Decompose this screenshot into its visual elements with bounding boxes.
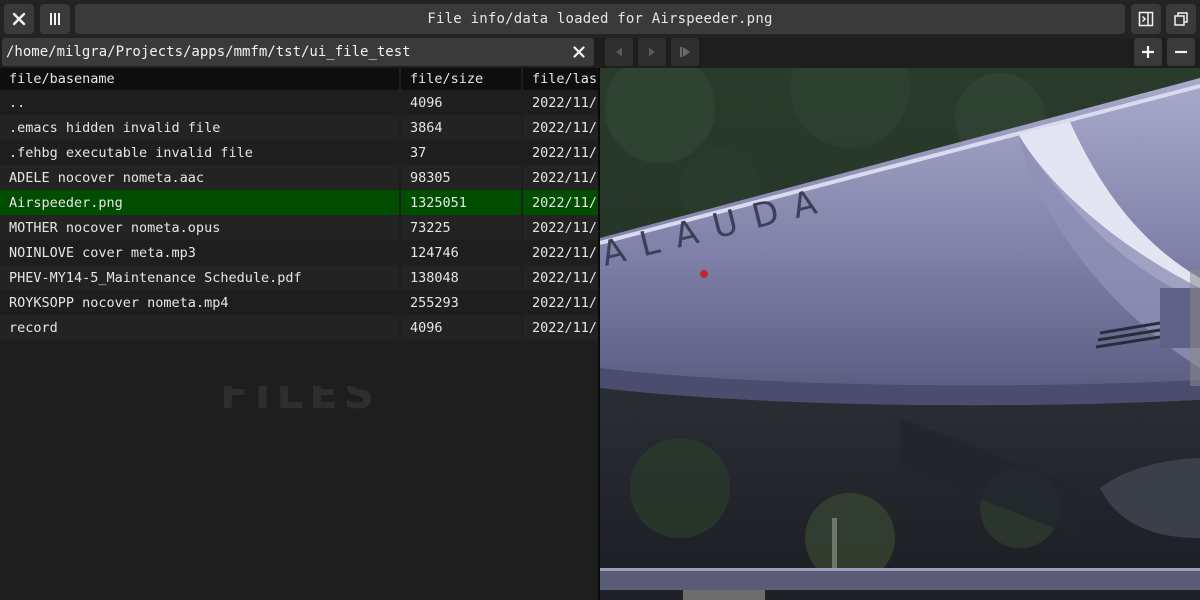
table-row[interactable]: ADELE nocover nometa.aac 98305 2022/11/: [0, 165, 598, 190]
close-button[interactable]: [4, 4, 34, 34]
airspeeder-image: ALAUDA: [600, 68, 1200, 600]
clear-path-button[interactable]: [570, 43, 588, 61]
table-row[interactable]: NOINLOVE cover meta.mp3 124746 2022/11/: [0, 240, 598, 265]
skip-next-icon: [680, 47, 690, 57]
top-bar: File info/data loaded for Airspeeder.png: [0, 0, 1200, 38]
zoom-in-button[interactable]: [1134, 38, 1162, 66]
toggle-sidebar-button[interactable]: [1131, 4, 1161, 34]
table-row[interactable]: .. 4096 2022/11/: [0, 90, 598, 115]
horizontal-scrollbar[interactable]: [683, 590, 765, 600]
column-header-last-modified[interactable]: file/last_modified: [521, 68, 598, 90]
cell-size: 124746: [399, 240, 522, 265]
columns-button[interactable]: [40, 4, 70, 34]
cell-size: 73225: [399, 215, 522, 240]
cell-last-modified: 2022/11/: [521, 315, 598, 340]
previous-button[interactable]: [605, 38, 633, 66]
cell-basename: Airspeeder.png: [0, 190, 400, 215]
cell-size: 138048: [399, 265, 522, 290]
close-icon: [573, 46, 585, 58]
cell-size: 255293: [399, 290, 522, 315]
path-row: /home/milgra/Projects/apps/mmfm/tst/ui_f…: [0, 38, 600, 68]
plus-icon: [1142, 46, 1154, 58]
vertical-scrollbar[interactable]: [1190, 270, 1200, 386]
cell-last-modified: 2022/11/: [521, 190, 598, 215]
table-row[interactable]: record 4096 2022/11/: [0, 315, 598, 340]
file-table: file/basename file/size file/last_modifi…: [0, 68, 598, 340]
table-row[interactable]: .emacs hidden invalid file 3864 2022/11/: [0, 115, 598, 140]
play-button[interactable]: [671, 38, 699, 66]
table-row[interactable]: ROYKSOPP nocover nometa.mp4 255293 2022/…: [0, 290, 598, 315]
cell-size: 37: [399, 140, 522, 165]
window-title: File info/data loaded for Airspeeder.png: [75, 4, 1125, 34]
triangle-left-icon: [616, 47, 622, 57]
path-text: /home/milgra/Projects/apps/mmfm/tst/ui_f…: [6, 44, 411, 60]
maximize-button[interactable]: [1166, 4, 1196, 34]
cell-last-modified: 2022/11/: [521, 290, 598, 315]
cell-last-modified: 2022/11/: [521, 240, 598, 265]
columns-icon: [50, 13, 60, 25]
table-row[interactable]: PHEV-MY14-5_Maintenance Schedule.pdf 138…: [0, 265, 598, 290]
restore-icon: [1174, 12, 1188, 26]
table-row[interactable]: MOTHER nocover nometa.opus 73225 2022/11…: [0, 215, 598, 240]
cell-last-modified: 2022/11/: [521, 140, 598, 165]
cell-basename: .fehbg executable invalid file: [0, 140, 400, 165]
cell-basename: ADELE nocover nometa.aac: [0, 165, 400, 190]
next-button[interactable]: [638, 38, 666, 66]
cell-basename: PHEV-MY14-5_Maintenance Schedule.pdf: [0, 265, 400, 290]
cell-basename: record: [0, 315, 400, 340]
cell-last-modified: 2022/11/: [521, 165, 598, 190]
file-list-panel[interactable]: FILES file/basename file/size file/last_…: [0, 68, 598, 600]
table-header: file/basename file/size file/last_modifi…: [0, 68, 598, 90]
cell-basename: MOTHER nocover nometa.opus: [0, 215, 400, 240]
table-row[interactable]: .fehbg executable invalid file 37 2022/1…: [0, 140, 598, 165]
cell-last-modified: 2022/11/: [521, 115, 598, 140]
cell-last-modified: 2022/11/: [521, 215, 598, 240]
cell-basename: ROYKSOPP nocover nometa.mp4: [0, 290, 400, 315]
column-header-basename[interactable]: file/basename: [0, 68, 400, 90]
table-row-selected[interactable]: Airspeeder.png 1325051 2022/11/: [0, 190, 598, 215]
cell-size: 4096: [399, 315, 522, 340]
cell-size: 1325051: [399, 190, 522, 215]
zoom-out-button[interactable]: [1167, 38, 1195, 66]
path-input[interactable]: /home/milgra/Projects/apps/mmfm/tst/ui_f…: [2, 38, 594, 66]
files-watermark: FILES: [220, 386, 381, 418]
close-icon: [12, 12, 26, 26]
triangle-right-icon: [649, 47, 655, 57]
cell-size: 4096: [399, 90, 522, 115]
column-header-size[interactable]: file/size: [399, 68, 522, 90]
sidebar-icon: [1138, 11, 1154, 27]
cell-basename: NOINLOVE cover meta.mp3: [0, 240, 400, 265]
cell-size: 98305: [399, 165, 522, 190]
cell-last-modified: 2022/11/: [521, 90, 598, 115]
minus-icon: [1175, 50, 1187, 54]
cell-last-modified: 2022/11/: [521, 265, 598, 290]
cell-basename: .emacs hidden invalid file: [0, 115, 400, 140]
cell-basename: ..: [0, 90, 400, 115]
image-preview[interactable]: ALAUDA: [600, 68, 1200, 600]
cell-size: 3864: [399, 115, 522, 140]
